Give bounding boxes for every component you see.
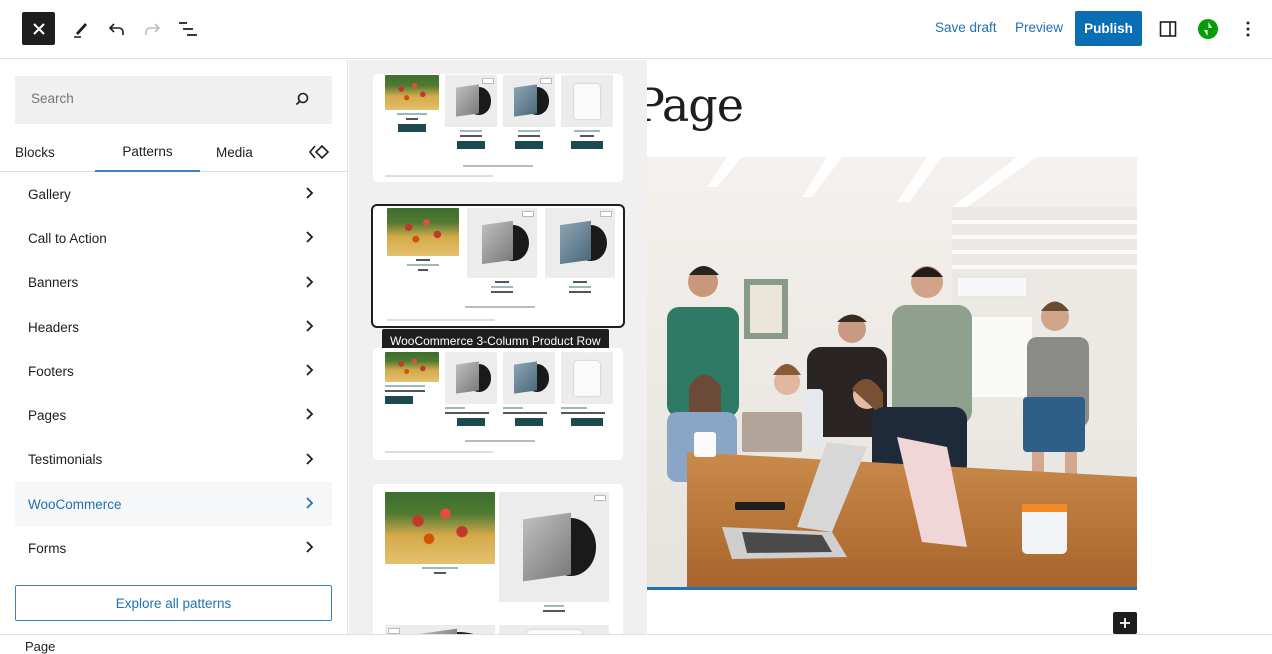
category-label: Pages [28, 408, 67, 424]
chevron-right-icon [306, 187, 314, 199]
category-woocommerce[interactable]: WooCommerce [15, 482, 332, 527]
more-options-icon [1246, 21, 1250, 37]
no-results-text [385, 175, 493, 177]
product-thumbnail [545, 208, 615, 278]
search-box [15, 76, 332, 124]
product-thumbnail [561, 352, 613, 404]
product-thumbnail [387, 208, 459, 256]
settings-sidebar-toggle[interactable] [1151, 12, 1185, 46]
pattern-preview-card-selected[interactable] [371, 204, 625, 328]
save-draft-button[interactable]: Save draft [935, 20, 997, 35]
product-thumbnail [561, 75, 613, 127]
category-banners[interactable]: Banners [15, 261, 332, 305]
pattern-preview-card[interactable] [373, 484, 623, 634]
chevron-right-icon [306, 320, 314, 332]
sale-badge [522, 211, 534, 217]
chevron-right-icon [306, 231, 314, 243]
product-thumbnail [385, 625, 495, 634]
product-thumbnail [445, 75, 497, 127]
product-thumbnail [467, 208, 537, 278]
category-footers[interactable]: Footers [15, 349, 332, 393]
image-block[interactable] [647, 157, 1137, 589]
chevron-right-icon [306, 408, 314, 421]
chevron-right-icon [306, 453, 314, 465]
category-label: Testimonials [28, 452, 103, 468]
category-label: Call to Action [28, 230, 107, 246]
sale-badge [482, 78, 494, 84]
product-thumbnail [385, 75, 439, 110]
sale-badge [540, 78, 552, 84]
pagination [465, 440, 535, 442]
category-call-to-action[interactable]: Call to Action [15, 216, 332, 260]
product-thumbnail [503, 352, 555, 404]
pattern-preview-card[interactable] [373, 348, 623, 460]
redo-icon [145, 23, 161, 35]
search-input[interactable] [31, 91, 271, 106]
publish-button[interactable]: Publish [1075, 11, 1142, 46]
block-inserter-panel: Blocks Patterns Media Gallery Call to Ac… [0, 60, 348, 634]
pattern-category-list: Gallery Call to Action Banners Headers F… [15, 172, 332, 571]
product-thumbnail [445, 352, 497, 404]
chevron-right-icon [306, 541, 314, 554]
category-label: Gallery [28, 186, 71, 202]
category-testimonials[interactable]: Testimonials [15, 438, 332, 482]
close-icon [32, 22, 45, 35]
page-title[interactable]: Page [647, 78, 744, 132]
product-thumbnail [499, 492, 609, 602]
no-results-text [387, 319, 495, 321]
redo-button[interactable] [135, 12, 169, 46]
tab-blocks[interactable]: Blocks [15, 132, 55, 172]
jetpack-button[interactable] [1191, 12, 1225, 46]
list-view-button[interactable] [171, 12, 205, 46]
undo-icon [108, 23, 124, 35]
breadcrumb-page[interactable]: Page [25, 639, 55, 654]
product-thumbnail [503, 75, 555, 127]
product-thumbnail [499, 625, 609, 634]
more-options-button[interactable] [1231, 12, 1265, 46]
add-block-button[interactable] [1113, 612, 1137, 634]
jetpack-icon [1198, 19, 1218, 39]
tab-patterns[interactable]: Patterns [95, 132, 200, 172]
category-headers[interactable]: Headers [15, 305, 332, 349]
close-button[interactable] [22, 12, 55, 45]
synced-patterns-icon [308, 144, 330, 160]
chevron-right-icon [306, 364, 314, 376]
pencil-icon [74, 23, 87, 38]
pattern-previews-panel[interactable]: WooCommerce 3-Column Product Row [349, 60, 647, 634]
pattern-preview-card[interactable] [373, 74, 623, 182]
explore-all-patterns-button[interactable]: Explore all patterns [15, 585, 332, 621]
category-gallery[interactable]: Gallery [15, 172, 332, 216]
inserter-tabs: Blocks Patterns Media [0, 132, 348, 172]
no-results-text [385, 451, 493, 453]
category-label: Forms [28, 541, 67, 557]
editor-header: Save draft Preview Publish [0, 0, 1272, 59]
settings-sidebar-icon [1159, 21, 1177, 37]
chevron-right-icon [306, 497, 314, 509]
category-pages[interactable]: Pages [15, 393, 332, 437]
sale-badge [594, 495, 606, 501]
tab-media[interactable]: Media [216, 132, 253, 172]
tools-button[interactable] [64, 12, 98, 46]
list-view-icon [179, 22, 197, 36]
product-thumbnail [385, 492, 495, 564]
editor-canvas[interactable]: Page [647, 60, 1272, 634]
preview-button[interactable]: Preview [1015, 20, 1063, 35]
sale-badge [600, 211, 612, 217]
team-meeting-photo [647, 157, 1137, 589]
category-label: Banners [28, 275, 79, 291]
tab-synced-patterns[interactable] [308, 132, 330, 172]
category-label: Headers [28, 319, 80, 335]
image-selection-border [647, 587, 1137, 590]
pagination [465, 306, 535, 308]
category-label: WooCommerce [28, 496, 122, 512]
search-icon [295, 92, 309, 106]
block-breadcrumb-bar: Page [0, 634, 1272, 654]
product-thumbnail [385, 352, 439, 382]
category-label: Footers [28, 363, 74, 379]
undo-button[interactable] [100, 12, 134, 46]
category-forms[interactable]: Forms [15, 526, 332, 570]
pagination [463, 165, 533, 167]
chevron-right-icon [306, 275, 314, 288]
plus-icon [1120, 618, 1130, 628]
